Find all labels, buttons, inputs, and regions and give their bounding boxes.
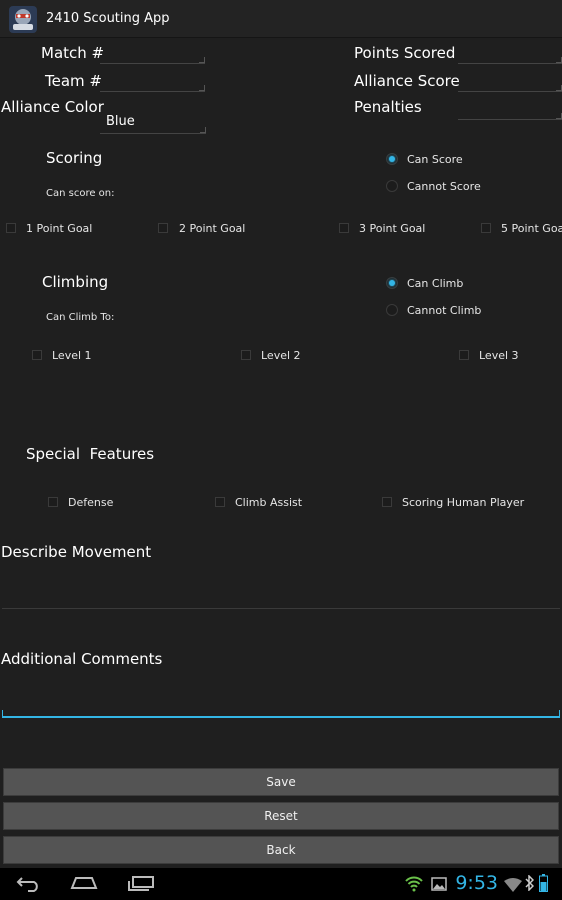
alliance-color-value: Blue — [106, 114, 135, 129]
level-3-checkbox[interactable] — [459, 350, 469, 360]
bluetooth-icon — [525, 874, 535, 895]
penalties-label: Penalties — [354, 98, 422, 116]
points-scored-input[interactable] — [458, 38, 562, 64]
can-climb-to-label: Can Climb To: — [46, 312, 115, 323]
climb-assist-label: Climb Assist — [235, 496, 303, 509]
alliance-score-label: Alliance Score — [354, 72, 460, 90]
5-point-goal-checkbox[interactable] — [481, 223, 491, 233]
2-point-goal-label: 2 Point Goal — [179, 222, 246, 235]
team-label: Team # — [45, 72, 102, 90]
3-point-goal-checkbox[interactable] — [339, 223, 349, 233]
recent-apps-nav-icon[interactable] — [127, 874, 155, 896]
robot-logo-icon[interactable] — [8, 5, 38, 34]
alliance-color-label: Alliance Color — [1, 98, 104, 116]
level-3-label: Level 3 — [479, 349, 519, 362]
additional-comments-label: Additional Comments — [1, 650, 163, 668]
additional-comments-input[interactable] — [2, 716, 560, 718]
team-input[interactable] — [100, 66, 205, 92]
alliance-score-input[interactable] — [458, 66, 562, 92]
defense-label: Defense — [68, 496, 114, 509]
climbing-title: Climbing — [42, 273, 109, 291]
can-climb-label: Can Climb — [407, 277, 464, 290]
can-score-radio[interactable] — [386, 153, 398, 165]
level-1-checkbox[interactable] — [32, 350, 42, 360]
wifi-signal-icon — [405, 876, 423, 896]
3-point-goal-label: 3 Point Goal — [359, 222, 426, 235]
level-1-label: Level 1 — [52, 349, 92, 362]
alliance-color-input[interactable]: Blue — [100, 106, 206, 134]
system-nav-bar: 9:53 — [0, 868, 562, 900]
comments-input-left-edge — [2, 710, 3, 717]
2-point-goal-checkbox[interactable] — [158, 223, 168, 233]
home-nav-icon[interactable] — [70, 874, 98, 896]
can-score-on-label: Can score on: — [46, 188, 115, 199]
app-title: 2410 Scouting App — [46, 11, 170, 26]
1-point-goal-label: 1 Point Goal — [26, 222, 93, 235]
back-nav-icon[interactable] — [16, 874, 42, 896]
wifi-icon — [504, 877, 522, 896]
describe-movement-input[interactable] — [2, 608, 560, 609]
match-input[interactable] — [100, 38, 205, 64]
special-features-title: Special Features — [26, 445, 155, 463]
gallery-notification-icon — [431, 876, 447, 895]
scoring-human-player-checkbox[interactable] — [382, 497, 392, 507]
back-button[interactable]: Back — [3, 836, 559, 864]
reset-button[interactable]: Reset — [3, 802, 559, 830]
penalties-input[interactable] — [458, 94, 562, 120]
cannot-score-label: Cannot Score — [407, 180, 481, 193]
can-score-label: Can Score — [407, 153, 463, 166]
cannot-score-radio[interactable] — [386, 180, 398, 192]
comments-input-right-edge — [559, 710, 560, 717]
defense-checkbox[interactable] — [48, 497, 58, 507]
describe-movement-label: Describe Movement — [1, 543, 152, 561]
cannot-climb-label: Cannot Climb — [407, 304, 482, 317]
5-point-goal-label: 5 Point Goal — [501, 222, 562, 235]
save-button[interactable]: Save — [3, 768, 559, 796]
climb-assist-checkbox[interactable] — [215, 497, 225, 507]
scoring-human-player-label: Scoring Human Player — [402, 496, 525, 509]
level-2-checkbox[interactable] — [241, 350, 251, 360]
status-clock: 9:53 — [455, 872, 498, 894]
match-label: Match # — [41, 44, 105, 62]
battery-icon — [539, 874, 548, 896]
can-climb-radio[interactable] — [386, 277, 398, 289]
points-scored-label: Points Scored — [354, 44, 456, 62]
cannot-climb-radio[interactable] — [386, 304, 398, 316]
1-point-goal-checkbox[interactable] — [6, 223, 16, 233]
action-bar: 2410 Scouting App — [0, 0, 562, 38]
level-2-label: Level 2 — [261, 349, 301, 362]
scoring-title: Scoring — [46, 149, 103, 167]
